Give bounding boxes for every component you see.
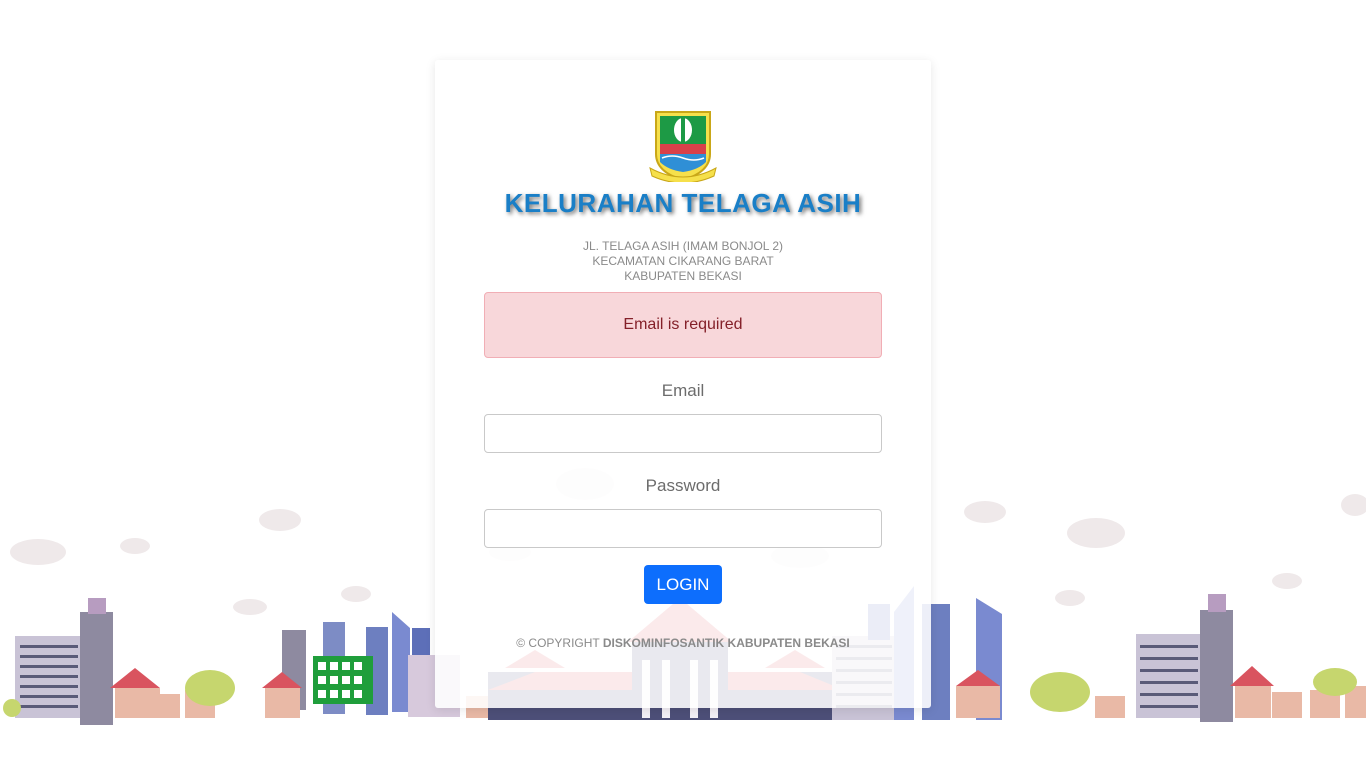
email-field[interactable] xyxy=(484,414,882,453)
error-alert: Email is required xyxy=(484,292,882,358)
address-block: JL. TELAGA ASIH (IMAM BONJOL 2) KECAMATA… xyxy=(435,239,931,284)
page-title: KELURAHAN TELAGA ASIH xyxy=(504,188,862,218)
address-line: KABUPATEN BEKASI xyxy=(624,269,742,283)
email-label: Email xyxy=(661,381,705,400)
login-page: KELURAHAN TELAGA ASIH JL. TELAGA ASIH (I… xyxy=(0,0,1366,768)
left-buildings-decoration xyxy=(3,598,494,725)
address-line: KECAMATAN CIKARANG BARAT xyxy=(592,254,774,268)
copyright-footer: © COPYRIGHT DISKOMINFOSANTIK KABUPATEN B… xyxy=(435,636,931,650)
address-line: JL. TELAGA ASIH (IMAM BONJOL 2) xyxy=(582,239,784,253)
kabupaten-bekasi-emblem-icon xyxy=(649,111,717,182)
login-card: KELURAHAN TELAGA ASIH JL. TELAGA ASIH (I… xyxy=(435,60,931,708)
password-label: Password xyxy=(645,476,721,495)
copyright-owner: DISKOMINFOSANTIK KABUPATEN BEKASI xyxy=(602,636,850,650)
password-field[interactable] xyxy=(484,509,882,548)
copyright-prefix: © COPYRIGHT xyxy=(516,636,600,650)
login-button[interactable]: LOGIN xyxy=(644,565,722,604)
